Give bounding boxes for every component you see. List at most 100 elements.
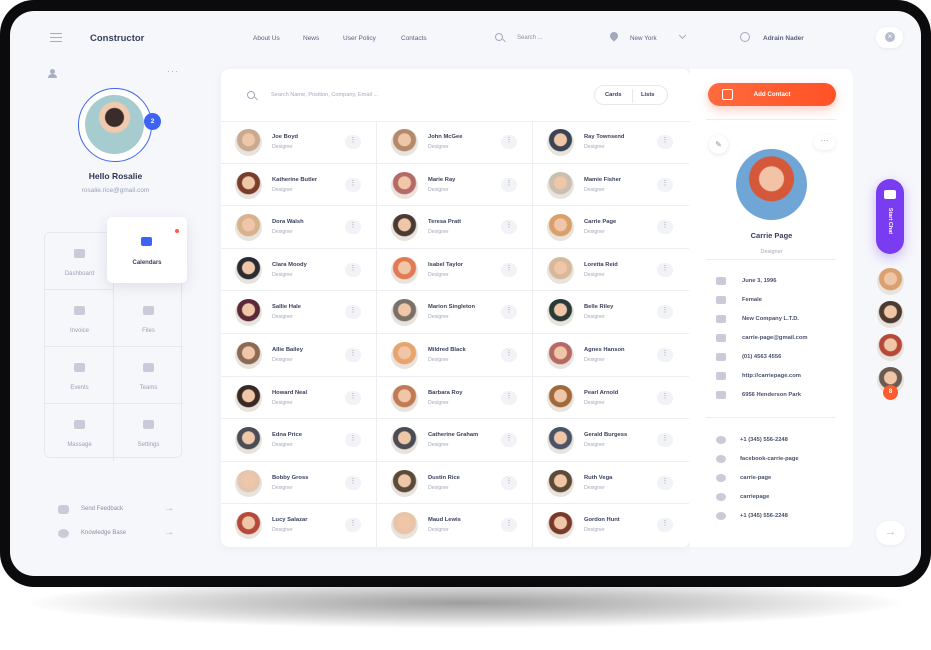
menu-tile-dashboard[interactable]: Dashboard — [45, 233, 114, 290]
contact-row[interactable]: Ruth Vega Designer ⋮ — [533, 462, 689, 505]
lists-view-button[interactable]: Lists — [641, 92, 655, 98]
location-select[interactable]: New York — [630, 35, 657, 42]
more-vertical-icon[interactable]: ⋮ — [345, 390, 361, 405]
contact-row[interactable]: Gordon Hunt Designer ⋮ — [533, 504, 689, 547]
cards-view-button[interactable]: Cards — [605, 92, 621, 98]
contact-row[interactable]: Marie Ray Designer ⋮ — [377, 164, 533, 207]
avatar — [235, 256, 262, 284]
nav-user-policy[interactable]: User Policy — [343, 35, 376, 42]
contact-row[interactable]: Joe Boyd Designer ⋮ — [221, 121, 377, 164]
contact-row[interactable]: Katherine Butler Designer ⋮ — [221, 164, 377, 207]
contact-row[interactable]: Edna Price Designer ⋮ — [221, 419, 377, 462]
more-vertical-icon[interactable]: ⋮ — [501, 518, 517, 533]
more-vertical-icon[interactable]: ⋮ — [657, 518, 673, 533]
contact-row[interactable]: Barbara Roy Designer ⋮ — [377, 377, 533, 420]
contact-row[interactable]: Belle Riley Designer ⋮ — [533, 291, 689, 334]
more-vertical-icon[interactable]: ⋮ — [501, 305, 517, 320]
contact-row[interactable]: Isabel Taylor Designer ⋮ — [377, 249, 533, 292]
menu-tile-events[interactable]: Events — [45, 347, 114, 404]
more-vertical-icon[interactable]: ⋮ — [657, 390, 673, 405]
more-vertical-icon[interactable]: ⋮ — [501, 177, 517, 192]
nav-news[interactable]: News — [303, 35, 319, 42]
user-name[interactable]: Adrain Nader — [763, 35, 804, 42]
contact-row[interactable]: Dora Walsh Designer ⋮ — [221, 206, 377, 249]
contact-row[interactable]: Clara Moody Designer ⋮ — [221, 249, 377, 292]
contact-row[interactable]: Mildred Black Designer ⋮ — [377, 334, 533, 377]
contact-row[interactable]: Marion Singleton Designer ⋮ — [377, 291, 533, 334]
next-arrow-button[interactable]: → — [876, 521, 905, 545]
contact-row-name: Clara Moody — [272, 261, 307, 268]
more-vertical-icon[interactable]: ⋮ — [345, 135, 361, 149]
chat-avatar[interactable] — [877, 301, 904, 328]
contact-row[interactable]: Maud Lewis Designer ⋮ — [377, 504, 533, 547]
more-options-icon[interactable]: ··· — [167, 66, 179, 76]
more-vertical-icon[interactable]: ⋮ — [501, 135, 517, 149]
more-vertical-icon[interactable]: ⋮ — [345, 433, 361, 448]
contact-row[interactable]: Teresa Pratt Designer ⋮ — [377, 206, 533, 249]
person-icon — [716, 296, 726, 304]
contact-row[interactable]: Gerald Burgess Designer ⋮ — [533, 419, 689, 462]
more-vertical-icon[interactable]: ⋮ — [657, 305, 673, 320]
hamburger-menu-icon[interactable] — [50, 33, 62, 42]
menu-tile-massage[interactable]: Massage — [45, 404, 114, 461]
more-vertical-icon[interactable]: ⋮ — [657, 433, 673, 448]
chat-avatar[interactable] — [877, 268, 904, 295]
contact-row[interactable]: Pearl Arnold Designer ⋮ — [533, 377, 689, 420]
more-vertical-icon[interactable]: ⋮ — [501, 262, 517, 277]
contact-row[interactable]: Bobby Gross Designer ⋮ — [221, 462, 377, 505]
more-vertical-icon[interactable]: ⋮ — [501, 220, 517, 235]
profile-greeting: Hello Rosalie — [88, 171, 143, 181]
contact-row[interactable]: Dustin Rice Designer ⋮ — [377, 462, 533, 505]
nav-about-us[interactable]: About Us — [253, 35, 280, 42]
mail-icon — [716, 334, 726, 342]
contact-row[interactable]: Carrie Page Designer ⋮ — [533, 206, 689, 249]
more-vertical-icon[interactable]: ⋮ — [345, 305, 361, 320]
more-vertical-icon[interactable]: ⋮ — [345, 348, 361, 362]
contact-row[interactable]: Lucy Salazar Designer ⋮ — [221, 504, 377, 547]
more-vertical-icon[interactable]: ⋮ — [345, 177, 361, 192]
more-vertical-icon[interactable]: ⋮ — [657, 177, 673, 192]
add-contact-button[interactable]: Add Contact — [708, 83, 836, 106]
contact-row[interactable]: Sallie Hale Designer ⋮ — [221, 291, 377, 334]
more-vertical-icon[interactable]: ⋮ — [345, 475, 361, 490]
profile-person-icon[interactable] — [48, 69, 57, 78]
contact-row[interactable]: Agnes Hanson Designer ⋮ — [533, 334, 689, 377]
more-vertical-icon[interactable]: ⋮ — [657, 475, 673, 490]
contact-row[interactable]: John McGee Designer ⋮ — [377, 121, 533, 164]
menu-tile-invoice[interactable]: Invoice — [45, 290, 114, 347]
edit-pencil-icon[interactable]: ✎ — [709, 135, 728, 154]
menu-tile-settings[interactable]: Settings — [114, 404, 183, 461]
more-vertical-icon[interactable]: ⋮ — [657, 348, 673, 362]
contact-row-role: Designer — [272, 314, 293, 321]
menu-tile-teams[interactable]: Teams — [114, 347, 183, 404]
more-vertical-icon[interactable]: ⋮ — [501, 433, 517, 448]
avatar[interactable] — [78, 88, 152, 162]
menu-tile-files[interactable]: Files — [114, 290, 183, 347]
contact-detail-panel: Add Contact ✎ ··· Carrie Page Designer J… — [690, 69, 853, 547]
contact-row[interactable]: Allie Bailey Designer ⋮ — [221, 334, 377, 377]
people-icon — [141, 237, 152, 246]
more-vertical-icon[interactable]: ⋮ — [657, 220, 673, 235]
contact-row-name: Agnes Hanson — [584, 347, 625, 353]
more-vertical-icon[interactable]: ⋮ — [657, 135, 673, 149]
more-vertical-icon[interactable]: ⋮ — [501, 390, 517, 405]
more-vertical-icon[interactable]: ⋮ — [345, 262, 361, 277]
close-button[interactable]: × — [876, 27, 903, 48]
contact-row[interactable]: Ray Townsend Designer ⋮ — [533, 121, 689, 164]
menu-tile-calendars[interactable]: Calendars — [107, 217, 187, 283]
more-vertical-icon[interactable]: ⋮ — [345, 220, 361, 235]
contact-row[interactable]: Catherine Graham Designer ⋮ — [377, 419, 533, 462]
more-vertical-icon[interactable]: ⋮ — [345, 518, 361, 533]
contact-row[interactable]: Loretta Reid Designer ⋮ — [533, 249, 689, 292]
chat-avatar[interactable] — [877, 334, 904, 361]
more-vertical-icon[interactable]: ⋮ — [501, 348, 517, 362]
chevron-down-icon[interactable] — [678, 31, 687, 40]
nav-contacts[interactable]: Contacts — [401, 35, 427, 42]
start-chat-button[interactable]: Start Chat — [876, 179, 904, 254]
divider — [706, 119, 836, 120]
more-vertical-icon[interactable]: ⋮ — [501, 475, 517, 490]
more-options-icon[interactable]: ··· — [814, 135, 835, 150]
more-vertical-icon[interactable]: ⋮ — [657, 262, 673, 277]
contact-row[interactable]: Howard Neal Designer ⋮ — [221, 377, 377, 420]
contact-row[interactable]: Mamie Fisher Designer ⋮ — [533, 164, 689, 207]
